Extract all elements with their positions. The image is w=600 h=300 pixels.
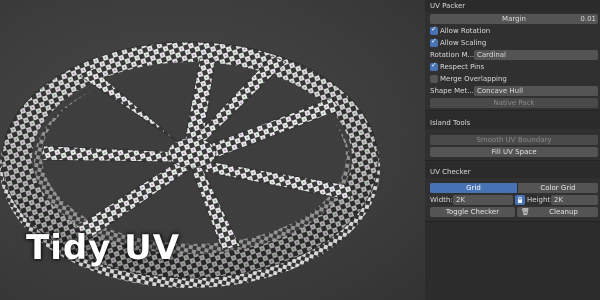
rotation-method-label: Rotation M... bbox=[430, 51, 475, 59]
sidebar-panel: UV Packer Margin 0.01 Allow Rotation All… bbox=[425, 0, 600, 300]
merge-overlapping-checkbox[interactable] bbox=[430, 75, 438, 83]
uv-checker-header[interactable]: UV Checker bbox=[425, 166, 600, 178]
allow-rotation-checkbox[interactable] bbox=[430, 25, 438, 35]
allow-scaling-checkbox[interactable] bbox=[430, 37, 438, 47]
width-label: Width: bbox=[430, 196, 453, 204]
toggle-checker-button[interactable]: Toggle Checker bbox=[430, 207, 515, 217]
allow-scaling-label: Allow Scaling bbox=[440, 39, 487, 47]
allow-rotation-label: Allow Rotation bbox=[440, 27, 491, 35]
cleanup-label: Cleanup bbox=[549, 208, 578, 216]
height-label: Height: bbox=[527, 196, 553, 204]
margin-value: 0.01 bbox=[580, 15, 596, 23]
native-pack-button[interactable]: Native Pack bbox=[430, 98, 598, 108]
island-tools-header[interactable]: Island Tools bbox=[425, 117, 600, 129]
3d-viewport[interactable]: Tidy UV bbox=[0, 0, 425, 300]
width-select[interactable]: 2K bbox=[453, 195, 513, 205]
merge-overlapping-label: Merge Overlapping bbox=[440, 75, 507, 83]
shape-method-label: Shape Met... bbox=[430, 87, 474, 95]
tab-grid[interactable]: Grid bbox=[430, 183, 517, 193]
fill-uv-space-button[interactable]: Fill UV Space bbox=[430, 147, 598, 157]
rotation-method-select[interactable]: Cardinal bbox=[474, 50, 598, 60]
tidy-uv-title: Tidy UV bbox=[26, 228, 181, 268]
lock-icon[interactable] bbox=[515, 195, 525, 205]
margin-field[interactable]: Margin 0.01 bbox=[430, 14, 598, 24]
respect-pins-label: Respect Pins bbox=[440, 63, 485, 71]
uv-packer-panel: UV Packer Margin 0.01 Allow Rotation All… bbox=[425, 0, 600, 111]
respect-pins-checkbox[interactable] bbox=[430, 61, 438, 71]
margin-label: Margin bbox=[502, 15, 526, 23]
tab-color-grid[interactable]: Color Grid bbox=[518, 183, 598, 193]
shape-method-select[interactable]: Concave Hull bbox=[474, 86, 598, 96]
uv-packer-header[interactable]: UV Packer bbox=[425, 0, 600, 12]
uv-checker-panel: UV Checker Grid Color Grid Width: 2K Hei… bbox=[425, 166, 600, 222]
smooth-uv-boundary-button[interactable]: Smooth UV Boundary bbox=[430, 135, 598, 145]
height-select[interactable]: 2K bbox=[551, 195, 598, 205]
cleanup-button[interactable]: 🗑 Cleanup bbox=[517, 207, 598, 217]
island-tools-panel: Island Tools Smooth UV Boundary Fill UV … bbox=[425, 117, 600, 161]
sidebar-empty-area bbox=[425, 223, 600, 300]
